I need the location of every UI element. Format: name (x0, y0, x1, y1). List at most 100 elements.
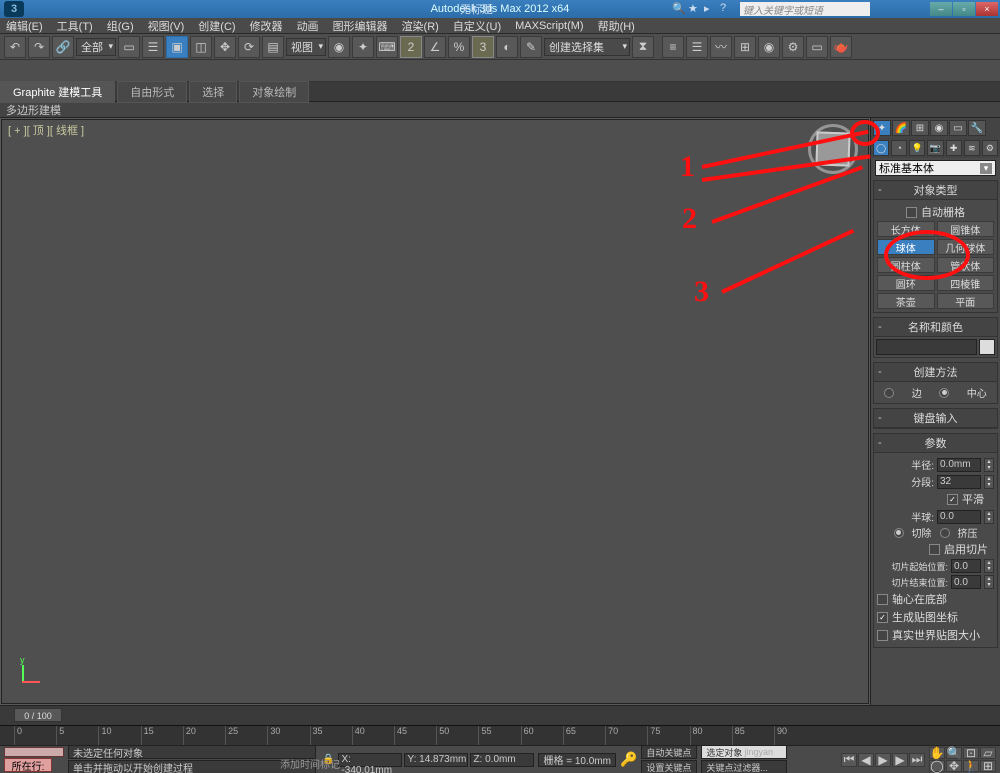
plane-button[interactable]: 平面 (937, 293, 995, 309)
object-color-swatch[interactable] (979, 339, 995, 355)
utilities-tab[interactable]: 🔧 (968, 120, 986, 136)
display-tab[interactable]: ▭ (949, 120, 967, 136)
menu-tools[interactable]: 工具(T) (57, 18, 93, 34)
gen-uvw-checkbox[interactable]: ✓ (877, 612, 888, 623)
named-selection-dropdown[interactable]: 创建选择集 (544, 38, 630, 56)
rollout-name-color-header[interactable]: 名称和颜色 (874, 318, 997, 337)
undo-button[interactable]: ↶ (4, 36, 26, 58)
sphere-button[interactable]: 球体 (877, 239, 935, 255)
select-button[interactable]: ▭ (118, 36, 140, 58)
viewport-top[interactable]: [ + ][ 顶 ][ 线框 ] y 1 2 3 (1, 119, 869, 704)
goto-start-button[interactable]: ⏮ (841, 753, 857, 767)
help-icon[interactable]: ? (720, 2, 734, 16)
walk-button[interactable]: 🚶 (963, 760, 979, 772)
orbit-button[interactable]: ◯ (929, 760, 945, 772)
view-cube[interactable] (808, 124, 858, 174)
render-button[interactable]: 🫖 (830, 36, 852, 58)
object-name-input[interactable] (876, 339, 977, 355)
rollout-parameters-header[interactable]: 参数 (874, 434, 997, 453)
time-slider-handle[interactable]: 0 / 100 (14, 708, 62, 722)
minimize-button[interactable]: – (930, 2, 952, 16)
goto-line-button[interactable]: 所在行: (4, 758, 52, 772)
move-button[interactable]: ✥ (214, 36, 236, 58)
center-radio[interactable] (939, 388, 949, 398)
menu-create[interactable]: 创建(C) (198, 18, 235, 34)
zoom-extents-button[interactable]: ⊡ (963, 747, 979, 759)
teapot-button[interactable]: 茶壶 (877, 293, 935, 309)
next-frame-button[interactable]: ▶ (892, 753, 908, 767)
menu-rendering[interactable]: 渲染(R) (402, 18, 439, 34)
render-setup-button[interactable]: ⚙ (782, 36, 804, 58)
chop-radio[interactable] (894, 528, 904, 538)
redo-button[interactable]: ↷ (28, 36, 50, 58)
edit-named-sel-button[interactable]: ✎ (520, 36, 542, 58)
curve-editor-button[interactable]: 〰 (710, 36, 732, 58)
keyboard-shortcut-button[interactable]: ⌨ (376, 36, 398, 58)
helpers-tab[interactable]: ✚ (946, 140, 962, 156)
scale-button[interactable]: ▤ (262, 36, 284, 58)
tube-button[interactable]: 管状体 (937, 257, 995, 273)
modify-tab[interactable]: 🌈 (892, 120, 910, 136)
motion-tab[interactable]: ◉ (930, 120, 948, 136)
selection-filter-dropdown[interactable]: 全部 (76, 38, 116, 56)
rotate-button[interactable]: ⟳ (238, 36, 260, 58)
close-button[interactable]: × (976, 2, 998, 16)
menu-customize[interactable]: 自定义(U) (453, 18, 501, 34)
set-key-button[interactable]: 设置关键点 (641, 760, 697, 773)
spinner-snap-button[interactable]: ◐ (496, 36, 518, 58)
snap-3d-button[interactable]: 3 (472, 36, 494, 58)
ribbon-tab-freeform[interactable]: 自由形式 (117, 81, 187, 103)
hemisphere-spinner[interactable]: 0.0 (937, 510, 981, 524)
lights-tab[interactable]: 💡 (909, 140, 925, 156)
star-icon[interactable]: ★ (688, 2, 702, 16)
ribbon-tab-graphite[interactable]: Graphite 建模工具 (0, 81, 115, 103)
timeline-ruler[interactable]: 051015202530354045505560657075808590 (0, 725, 1000, 745)
segments-spinner[interactable]: 32 (937, 475, 981, 489)
spacewarps-tab[interactable]: ≋ (964, 140, 980, 156)
pivot-button[interactable]: ◉ (328, 36, 350, 58)
hierarchy-tab[interactable]: ⊞ (911, 120, 929, 136)
slice-on-checkbox[interactable] (929, 544, 940, 555)
rollout-creation-method-header[interactable]: 创建方法 (874, 363, 997, 382)
box-button[interactable]: 长方体 (877, 221, 935, 237)
hemisphere-spin-arrows[interactable]: ▴▾ (984, 510, 994, 524)
base-pivot-checkbox[interactable] (877, 594, 888, 605)
torus-button[interactable]: 圆环 (877, 275, 935, 291)
maximize-button[interactable]: ▫ (953, 2, 975, 16)
geometry-tab[interactable]: ◯ (873, 140, 889, 156)
zoom-button[interactable]: 🔍 (946, 747, 962, 759)
menu-group[interactable]: 组(G) (107, 18, 134, 34)
smooth-checkbox[interactable]: ✓ (947, 494, 958, 505)
key-icon[interactable]: 🔑 (620, 751, 637, 768)
menu-animation[interactable]: 动画 (297, 18, 319, 34)
slice-from-spin-arrows[interactable]: ▴▾ (984, 559, 994, 573)
geosphere-button[interactable]: 几何球体 (937, 239, 995, 255)
coord-y-input[interactable]: Y: 14.873mm (404, 753, 468, 767)
coord-z-input[interactable]: Z: 0.0mm (470, 753, 534, 767)
schematic-view-button[interactable]: ⊞ (734, 36, 756, 58)
material-editor-button[interactable]: ◉ (758, 36, 780, 58)
slice-to-spin-arrows[interactable]: ▴▾ (984, 575, 994, 589)
align-button[interactable]: ≡ (662, 36, 684, 58)
cylinder-button[interactable]: 圆柱体 (877, 257, 935, 273)
snap-angle-button[interactable]: ∠ (424, 36, 446, 58)
sign-in-icon[interactable]: ▸ (704, 2, 718, 16)
help-search-input[interactable]: 键入关键字或短语 (740, 2, 870, 16)
pan-button[interactable]: ✋ (929, 747, 945, 759)
edge-radio[interactable] (884, 388, 894, 398)
menu-help[interactable]: 帮助(H) (598, 18, 635, 34)
play-button[interactable]: ▶ (875, 753, 891, 767)
pyramid-button[interactable]: 四棱锥 (937, 275, 995, 291)
key-bar[interactable] (4, 747, 64, 757)
search-icon[interactable]: 🔍 (672, 2, 686, 16)
menu-maxscript[interactable]: MAXScript(M) (515, 20, 583, 32)
geometry-category-dropdown[interactable]: 标准基本体 (875, 160, 996, 176)
menu-edit[interactable]: 编辑(E) (6, 18, 43, 34)
ref-coord-dropdown[interactable]: 视图 (286, 38, 326, 56)
slice-from-spinner[interactable]: 0.0 (951, 559, 981, 573)
time-slider-bar[interactable]: 0 / 100 (0, 705, 1000, 725)
snap-percent-button[interactable]: % (448, 36, 470, 58)
systems-tab[interactable]: ⚙ (982, 140, 998, 156)
squash-radio[interactable] (940, 528, 950, 538)
ribbon-tab-object-paint[interactable]: 对象绘制 (239, 81, 309, 103)
